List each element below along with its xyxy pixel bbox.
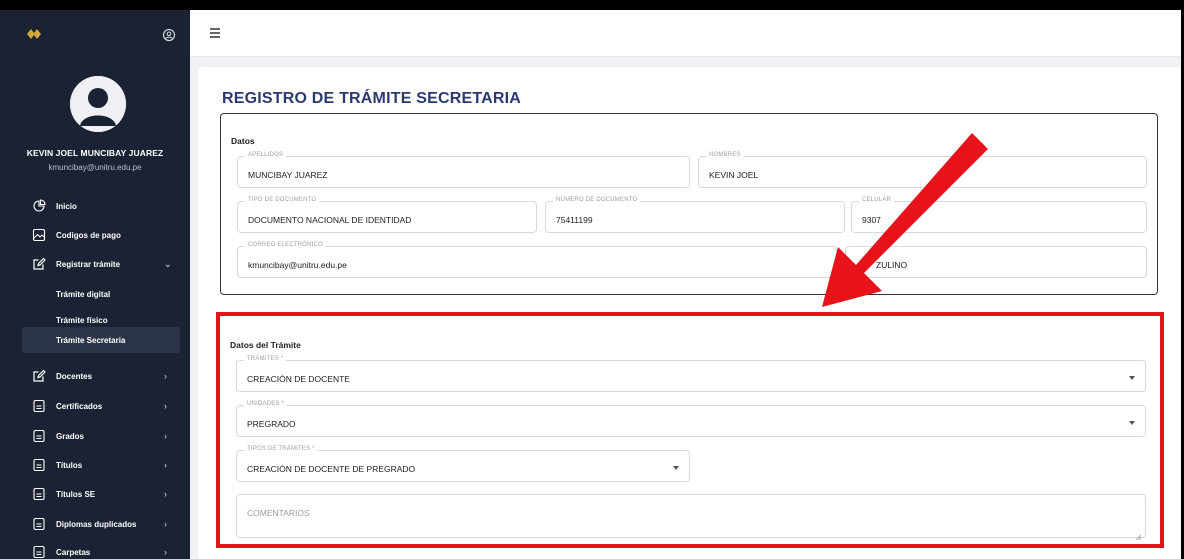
section-title: Datos <box>231 136 255 146</box>
document-icon <box>32 517 46 531</box>
sidebar-item-label: Diplomas duplicados <box>56 519 137 529</box>
sidebar-item-tramite-secretaria[interactable]: Trámite Secretaria <box>22 327 180 353</box>
sidebar-item-label: Docentes <box>56 371 93 381</box>
account-circle-icon[interactable] <box>162 28 176 42</box>
sidebar-item-titulos[interactable]: Títulos › <box>0 453 190 477</box>
document-icon <box>32 399 46 413</box>
field-label: CORREO ELECTRÓNICO <box>245 242 326 248</box>
sidebar-item-inicio[interactable]: Inicio <box>0 194 190 218</box>
highlight-box <box>216 312 1164 548</box>
chevron-right-icon: › <box>164 460 167 470</box>
field-label: NÚMERO DE DOCUMENTO <box>553 197 641 203</box>
chevron-right-icon: › <box>164 489 167 499</box>
sidebar-item-carpetas[interactable]: Carpetas › <box>0 540 190 559</box>
sidebar-item-label: Codigos de pago <box>56 230 121 240</box>
field-value: DOCUMENTO NACIONAL DE IDENTIDAD <box>248 215 412 225</box>
edit-icon <box>32 257 46 271</box>
sidebar-item-label: Trámite físico <box>56 315 108 325</box>
topbar <box>190 10 1181 57</box>
sidebar: KEVIN JOEL MUNCIBAY JUAREZ kmuncibay@uni… <box>0 10 190 559</box>
correo-field[interactable]: CORREO ELECTRÓNICO kmuncibay@unitru.edu.… <box>237 242 837 278</box>
arrow-annotation-icon <box>822 133 988 307</box>
field-value: MUNCIBAY JUAREZ <box>248 170 328 180</box>
sidebar-item-codigos-de-pago[interactable]: Codigos de pago <box>0 223 190 247</box>
datos-section: Datos APELLIDOS MUNCIBAY JUAREZ NOMBRES … <box>220 113 1158 295</box>
field-value: 75411199 <box>556 215 593 225</box>
document-icon <box>32 429 46 443</box>
field-label: NOMBRES <box>706 152 744 158</box>
user-name: KEVIN JOEL MUNCIBAY JUAREZ <box>26 148 164 158</box>
chevron-right-icon: › <box>164 401 167 411</box>
sidebar-item-diplomas-duplicados[interactable]: Diplomas duplicados › <box>0 512 190 536</box>
edit-icon <box>32 369 46 383</box>
chevron-right-icon: › <box>164 547 167 557</box>
sidebar-item-certificados[interactable]: Certificados › <box>0 394 190 418</box>
sidebar-item-grados[interactable]: Grados › <box>0 424 190 448</box>
sidebar-item-label: Trámite Secretaria <box>56 335 126 345</box>
sidebar-item-registrar-tramite[interactable]: Registrar trámite ⌄ <box>0 252 190 276</box>
document-icon <box>32 545 46 559</box>
field-label: TIPO DE DOCUMENTO <box>245 197 320 203</box>
chevron-right-icon: › <box>164 519 167 529</box>
field-value: kmuncibay@unitru.edu.pe <box>248 260 347 270</box>
sidebar-item-label: Grados <box>56 431 85 441</box>
chevron-down-icon: ⌄ <box>164 258 172 269</box>
tipo-documento-field[interactable]: TIPO DE DOCUMENTO DOCUMENTO NACIONAL DE … <box>237 197 537 233</box>
field-label: APELLIDOS <box>245 152 287 158</box>
sidebar-item-docentes[interactable]: Docentes › <box>0 364 190 388</box>
sidebar-item-tramite-digital[interactable]: Trámite digital <box>0 283 190 305</box>
page-title: REGISTRO DE TRÁMITE SECRETARIA <box>222 90 522 107</box>
sidebar-item-label: Trámite digital <box>56 289 111 299</box>
sidebar-item-label: Inicio <box>56 201 77 211</box>
document-icon <box>32 487 46 501</box>
apellidos-field[interactable]: APELLIDOS MUNCIBAY JUAREZ <box>237 152 690 188</box>
sidebar-item-label: Títulos SE <box>56 489 96 499</box>
chevron-right-icon: › <box>164 371 167 381</box>
avatar <box>70 76 126 132</box>
document-icon <box>32 458 46 472</box>
sidebar-item-label: Títulos <box>56 460 83 470</box>
sidebar-item-label: Certificados <box>56 401 103 411</box>
user-email: kmuncibay@unitru.edu.pe <box>48 163 142 172</box>
sidebar-item-label: Registrar trámite <box>56 259 121 269</box>
sidebar-item-label: Carpetas <box>56 547 91 557</box>
logo-icon[interactable] <box>26 28 41 39</box>
chevron-right-icon: › <box>164 431 167 441</box>
image-icon <box>32 228 46 242</box>
field-value: KEVIN JOEL <box>709 170 759 180</box>
pie-chart-icon <box>32 199 46 213</box>
menu-icon[interactable] <box>210 28 220 38</box>
sidebar-item-titulos-se[interactable]: Títulos SE › <box>0 482 190 506</box>
app-window: KEVIN JOEL MUNCIBAY JUAREZ kmuncibay@uni… <box>0 10 1181 559</box>
